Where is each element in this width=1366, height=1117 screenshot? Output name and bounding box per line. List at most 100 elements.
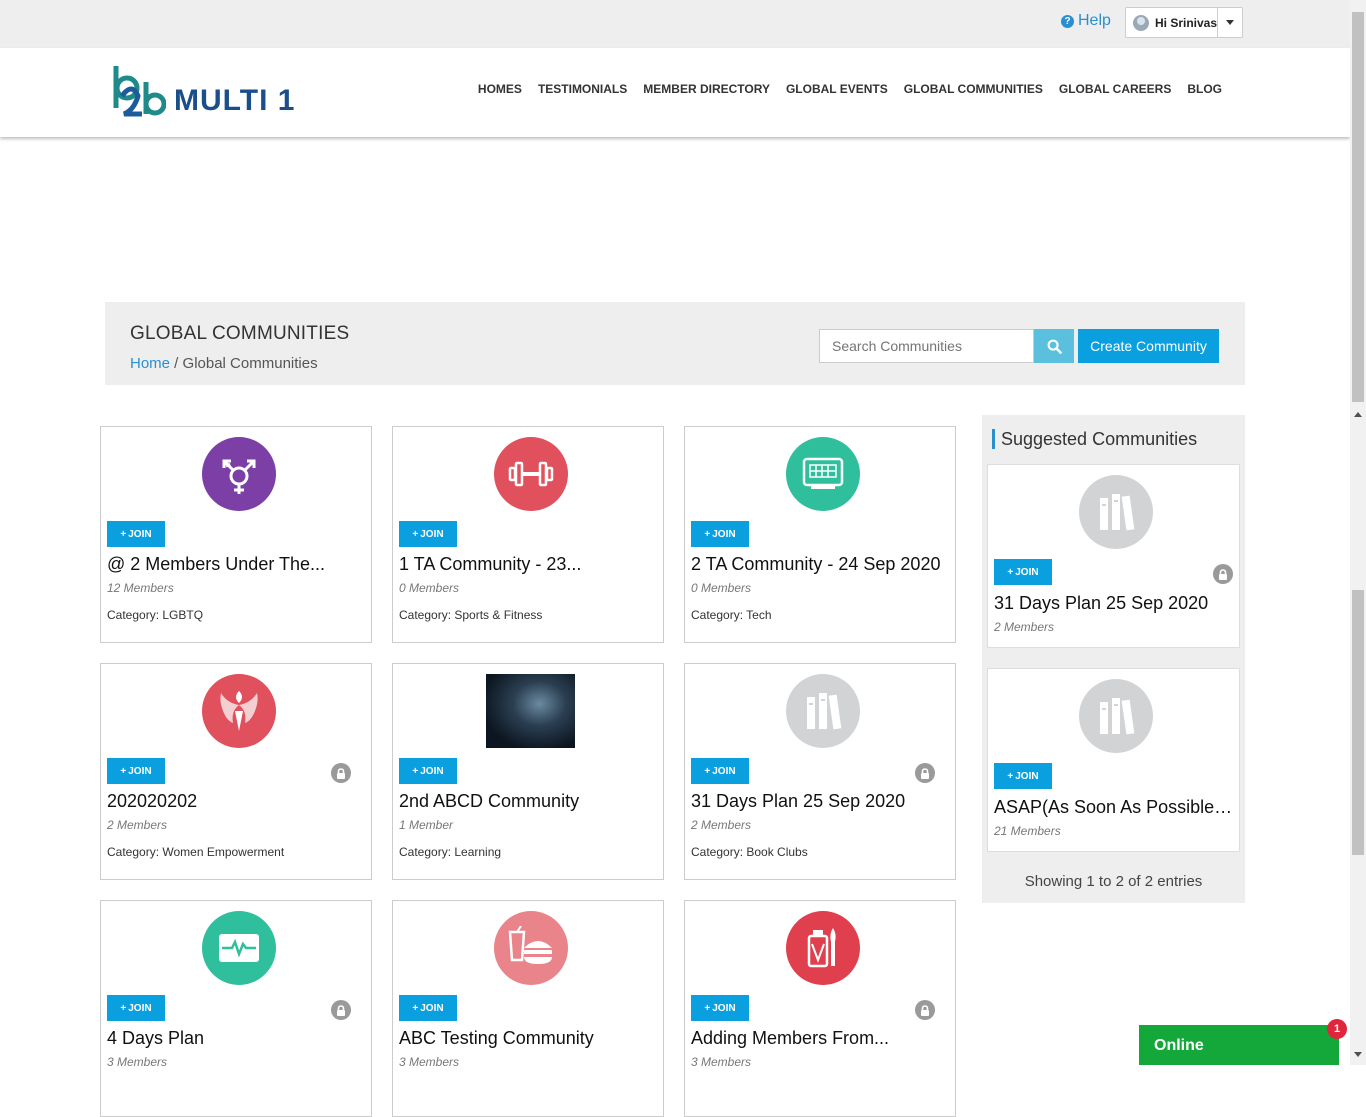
lock-icon — [1213, 564, 1233, 584]
community-avatar[interactable] — [202, 437, 276, 511]
plus-icon: + — [120, 1002, 127, 1014]
top-bar: ? Help Hi Srinivas — [0, 0, 1350, 48]
community-card[interactable]: + JOIN @ 2 Members Under The... 12 Members C… — [100, 426, 372, 643]
beauty-icon — [801, 924, 845, 972]
transgender-icon — [217, 452, 261, 496]
join-button[interactable]: + JOIN — [107, 521, 165, 547]
join-button[interactable]: + JOIN — [399, 995, 457, 1021]
join-label: JOIN — [128, 1002, 152, 1014]
community-members: 3 Members — [691, 1055, 752, 1069]
community-members: 0 Members — [691, 581, 752, 595]
create-community-button[interactable]: Create Community — [1078, 329, 1219, 363]
community-title[interactable]: Adding Members From... — [691, 1028, 951, 1049]
plus-icon: + — [412, 528, 419, 540]
community-title[interactable]: 4 Days Plan — [107, 1028, 367, 1049]
nav-homes[interactable]: HOMES — [478, 82, 522, 96]
chat-online-widget[interactable]: Online — [1139, 1025, 1339, 1065]
join-button[interactable]: + JOIN — [399, 521, 457, 547]
dumbbell-icon — [508, 459, 554, 489]
community-avatar[interactable] — [786, 911, 860, 985]
scroll-up-arrow-icon[interactable] — [1354, 412, 1362, 417]
nav-global-careers[interactable]: GLOBAL CAREERS — [1059, 82, 1171, 96]
nav-global-events[interactable]: GLOBAL EVENTS — [786, 82, 888, 96]
user-greeting: Hi Srinivas — [1155, 15, 1218, 30]
join-button[interactable]: + JOIN — [399, 758, 457, 784]
join-label: JOIN — [1015, 566, 1039, 578]
community-avatar[interactable] — [786, 674, 860, 748]
chevron-down-icon[interactable] — [1217, 8, 1242, 37]
suggested-community-card[interactable]: + JOIN ASAP(As Soon As Possible)... 21 Memb… — [987, 668, 1240, 852]
join-label: JOIN — [420, 765, 444, 777]
community-title[interactable]: 31 Days Plan 25 Sep 2020 — [994, 593, 1234, 614]
breadcrumb-separator: / — [170, 355, 183, 372]
community-avatar[interactable] — [202, 674, 276, 748]
help-label: Help — [1078, 12, 1111, 29]
community-card[interactable]: + JOIN Adding Members From... 3 Members — [684, 900, 956, 1117]
community-title[interactable]: @ 2 Members Under The... — [107, 554, 367, 575]
page-header: GLOBAL COMMUNITIES Home / Global Communi… — [105, 302, 1245, 385]
entries-info: Showing 1 to 2 of 2 entries — [1024, 873, 1203, 890]
search-button[interactable] — [1034, 329, 1074, 363]
community-avatar[interactable] — [494, 911, 568, 985]
community-card[interactable]: + JOIN 2nd ABCD Community 1 Member Category:… — [392, 663, 664, 880]
community-avatar[interactable] — [1079, 475, 1153, 549]
nav-testimonials[interactable]: TESTIMONIALS — [538, 82, 627, 96]
question-circle-icon: ? — [1061, 14, 1074, 28]
community-category: Category: LGBTQ — [107, 608, 204, 622]
community-photo[interactable] — [486, 674, 575, 748]
nav-global-communities[interactable]: GLOBAL COMMUNITIES — [904, 82, 1043, 96]
search-icon — [1047, 339, 1062, 354]
plus-icon: + — [1007, 770, 1014, 782]
user-menu-button[interactable]: Hi Srinivas — [1125, 7, 1243, 38]
community-title[interactable]: ABC Testing Community — [399, 1028, 659, 1049]
community-avatar[interactable] — [202, 911, 276, 985]
lock-icon — [915, 1000, 935, 1020]
join-label: JOIN — [128, 765, 152, 777]
join-button[interactable]: + JOIN — [691, 758, 749, 784]
search-communities-input[interactable] — [819, 329, 1034, 363]
community-members: 12 Members — [107, 581, 174, 595]
plus-icon: + — [704, 1002, 711, 1014]
nav-member-directory[interactable]: MEMBER DIRECTORY — [643, 82, 770, 96]
community-avatar[interactable] — [494, 437, 568, 511]
community-category: Category: Learning — [399, 845, 502, 859]
community-avatar[interactable] — [786, 437, 860, 511]
community-title[interactable]: 31 Days Plan 25 Sep 2020 — [691, 791, 951, 812]
help-link[interactable]: ? Help — [1061, 12, 1111, 30]
plus-icon: + — [120, 765, 127, 777]
community-card[interactable]: + JOIN 31 Days Plan 25 Sep 2020 2 Members Ca… — [684, 663, 956, 880]
community-title[interactable]: 1 TA Community - 23... — [399, 554, 659, 575]
community-title[interactable]: ASAP(As Soon As Possible)... — [994, 797, 1234, 818]
join-button[interactable]: + JOIN — [107, 995, 165, 1021]
community-card[interactable]: + JOIN 1 TA Community - 23... 0 Members Cate… — [392, 426, 664, 643]
lock-icon — [331, 1000, 351, 1020]
plus-icon: + — [120, 528, 127, 540]
scrollbar-thumb[interactable] — [1352, 12, 1364, 402]
plus-icon: + — [412, 765, 419, 777]
community-title[interactable]: 202020202 — [107, 791, 367, 812]
page-scrollbar[interactable] — [1350, 0, 1366, 1065]
join-button[interactable]: + JOIN — [691, 995, 749, 1021]
join-button[interactable]: + JOIN — [107, 758, 165, 784]
community-card[interactable]: + JOIN 2 TA Community - 24 Sep 2020 0 Membe… — [684, 426, 956, 643]
food-icon — [506, 926, 556, 970]
community-avatar[interactable] — [1079, 679, 1153, 753]
community-card[interactable]: + JOIN ABC Testing Community 3 Members — [392, 900, 664, 1117]
community-card[interactable]: + JOIN 4 Days Plan 3 Members — [100, 900, 372, 1117]
join-button[interactable]: + JOIN — [994, 763, 1052, 789]
site-logo[interactable]: MULTI 1 — [112, 62, 295, 118]
community-card[interactable]: + JOIN 202020202 2 Members Category: Women E… — [100, 663, 372, 880]
join-label: JOIN — [128, 528, 152, 540]
community-title[interactable]: 2nd ABCD Community — [399, 791, 659, 812]
breadcrumb-current: Global Communities — [182, 355, 318, 372]
join-button[interactable]: + JOIN — [994, 559, 1052, 585]
suggested-community-card[interactable]: + JOIN 31 Days Plan 25 Sep 2020 2 Members — [987, 464, 1240, 648]
nav-blog[interactable]: BLOG — [1187, 82, 1222, 96]
community-title[interactable]: 2 TA Community - 24 Sep 2020 — [691, 554, 951, 575]
main-nav: HOMES TESTIMONIALS MEMBER DIRECTORY GLOB… — [478, 82, 1222, 96]
scroll-down-arrow-icon[interactable] — [1354, 1052, 1362, 1057]
join-button[interactable]: + JOIN — [691, 521, 749, 547]
breadcrumb-home[interactable]: Home — [130, 355, 170, 372]
suggested-title: Suggested Communities — [992, 429, 1197, 449]
scrollbar-track-thumb[interactable] — [1352, 590, 1364, 855]
